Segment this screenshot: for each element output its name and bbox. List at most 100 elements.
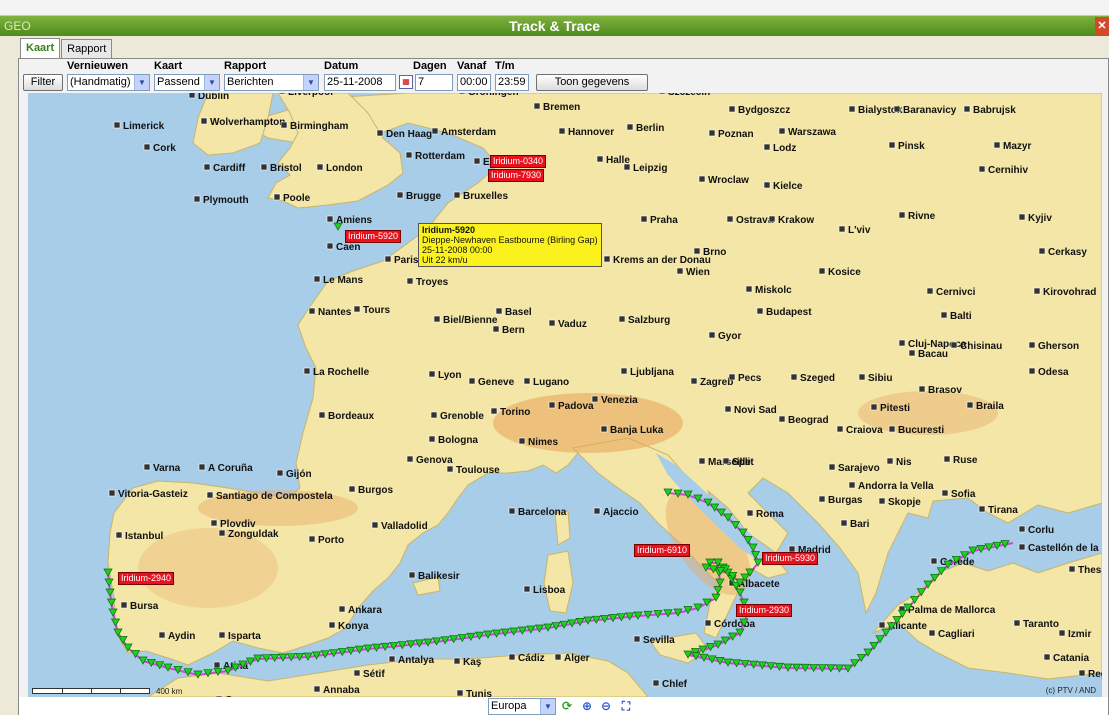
city-label: Tours xyxy=(363,305,390,316)
city-marker: La Rochelle xyxy=(303,367,370,378)
device-label-iridium-2930[interactable]: Iridium-2930 xyxy=(736,604,793,617)
map-canvas[interactable]: Dublin Liverpool Groningen Szczecin Bremen By… xyxy=(28,93,1102,697)
city-square-icon xyxy=(963,105,971,113)
tm-input[interactable]: 23:59 xyxy=(495,74,529,91)
city-label: Sevilla xyxy=(643,635,675,646)
city-label: Amsterdam xyxy=(441,127,496,138)
city-marker: Brugge xyxy=(396,191,441,202)
city-marker: Balikesir xyxy=(408,571,460,582)
city-label: Limerick xyxy=(123,121,165,132)
city-marker: Lisboa xyxy=(523,585,566,596)
device-info-popup: Iridium-5920 Dieppe-Newhaven Eastbourne … xyxy=(418,223,602,267)
map-view[interactable]: Dublin Liverpool Groningen Szczecin Bremen By… xyxy=(28,93,1102,697)
city-square-icon xyxy=(591,395,599,403)
label-rapport: Rapport xyxy=(224,60,267,72)
rapport-value: Berichten xyxy=(227,76,274,88)
city-label: Burgos xyxy=(358,485,393,496)
device-label-iridium-0340[interactable]: Iridium-0340 xyxy=(490,155,547,168)
track-point-marker[interactable] xyxy=(138,656,148,665)
city-marker: Santiago de Compostela xyxy=(206,491,333,502)
city-marker: Bucuresti xyxy=(888,425,944,436)
city-square-icon xyxy=(838,225,846,233)
window-titlebar: GEO Track & Trace ✕ xyxy=(0,16,1109,36)
city-label: Cernivci xyxy=(936,287,976,298)
city-label: Brugge xyxy=(406,191,441,202)
city-label: La Rochelle xyxy=(313,367,370,378)
region-select[interactable]: Europa ▼ xyxy=(488,698,556,715)
vernieuwen-select[interactable]: (Handmatig) ▼ xyxy=(67,74,150,91)
city-label: Poznan xyxy=(718,129,754,140)
city-square-icon xyxy=(693,247,701,255)
chevron-down-icon[interactable]: ▼ xyxy=(540,699,555,714)
city-label: Reggio xyxy=(1088,669,1102,680)
datum-input[interactable]: 25-11-2008 xyxy=(324,74,396,91)
city-marker: Palma de Mallorca xyxy=(898,605,996,616)
track-point-marker[interactable] xyxy=(333,222,343,231)
device-label-iridium-6910[interactable]: Iridium-6910 xyxy=(634,544,691,557)
filter-button[interactable]: Filter xyxy=(23,74,63,91)
city-label: Novi Sad xyxy=(734,405,777,416)
city-marker: Bristol xyxy=(260,163,302,174)
city-square-icon xyxy=(724,405,732,413)
city-label: Cagliari xyxy=(938,629,975,640)
zoom-out-icon[interactable]: ⊖ xyxy=(599,699,613,713)
city-square-icon xyxy=(458,93,466,95)
city-square-icon xyxy=(210,519,218,527)
city-square-icon xyxy=(704,619,712,627)
city-label: Corlu xyxy=(1028,525,1054,536)
city-label: Basel xyxy=(505,307,532,318)
city-label: Aïn Témouchent xyxy=(28,93,107,96)
city-label: Bruxelles xyxy=(463,191,508,202)
city-square-icon xyxy=(828,463,836,471)
city-label: Wroclaw xyxy=(708,175,749,186)
city-square-icon xyxy=(870,403,878,411)
city-marker: Plymouth xyxy=(193,195,249,206)
city-square-icon xyxy=(313,685,321,693)
city-label: Konya xyxy=(338,621,369,632)
city-label: Bologna xyxy=(438,435,478,446)
dagen-input[interactable]: 7 xyxy=(415,74,453,91)
device-label-iridium-7930[interactable]: Iridium-7930 xyxy=(488,169,545,182)
device-label-iridium-5930[interactable]: Iridium-5930 xyxy=(762,552,819,565)
city-label: Córdoba xyxy=(714,619,756,630)
vanaf-input[interactable]: 00:00 xyxy=(457,74,491,91)
calendar-icon[interactable]: ▦ xyxy=(399,75,413,89)
city-label: Gijón xyxy=(286,469,312,480)
city-marker: Tunis xyxy=(456,689,492,697)
fit-extent-icon[interactable]: ⛶ xyxy=(619,699,633,713)
close-icon[interactable]: ✕ xyxy=(1095,17,1109,35)
city-label: Baranavicy xyxy=(903,105,957,116)
chevron-down-icon[interactable]: ▼ xyxy=(204,75,219,90)
city-square-icon xyxy=(993,141,1001,149)
show-data-button[interactable]: Toon gegevens xyxy=(536,74,648,91)
city-label: L'viv xyxy=(848,225,871,236)
zoom-in-icon[interactable]: ⊕ xyxy=(580,699,594,713)
city-label: Bremen xyxy=(543,102,580,113)
city-square-icon xyxy=(338,605,346,613)
rapport-select[interactable]: Berichten ▼ xyxy=(224,74,319,91)
tab-rapport[interactable]: Rapport xyxy=(61,39,113,59)
city-label: Cardiff xyxy=(213,163,246,174)
device-label-iridium-2940[interactable]: Iridium-2940 xyxy=(118,572,175,585)
device-label-iridium-5920[interactable]: Iridium-5920 xyxy=(345,230,402,243)
city-marker: Vitoria-Gasteiz xyxy=(108,489,188,500)
city-square-icon xyxy=(941,489,949,497)
city-label: Chlef xyxy=(662,679,688,690)
city-square-icon xyxy=(930,557,938,565)
chevron-down-icon[interactable]: ▼ xyxy=(134,75,149,90)
city-square-icon xyxy=(745,285,753,293)
tab-kaart[interactable]: Kaart xyxy=(20,38,61,59)
city-label: Balti xyxy=(950,311,972,322)
kaart-select[interactable]: Passend ▼ xyxy=(154,74,220,91)
city-marker: Dublin xyxy=(188,93,229,102)
city-label: Geneve xyxy=(478,377,515,388)
city-square-icon xyxy=(200,117,208,125)
refresh-icon[interactable]: ⟳ xyxy=(560,699,574,713)
city-label: Birmingham xyxy=(290,121,348,132)
city-label: Zagreb xyxy=(700,377,733,388)
city-label: Pinsk xyxy=(898,141,925,152)
chevron-down-icon[interactable]: ▼ xyxy=(303,75,318,90)
city-label: Biel/Bienne xyxy=(443,315,498,326)
city-label: Albacete xyxy=(738,579,780,590)
city-label: Tirana xyxy=(988,505,1018,516)
